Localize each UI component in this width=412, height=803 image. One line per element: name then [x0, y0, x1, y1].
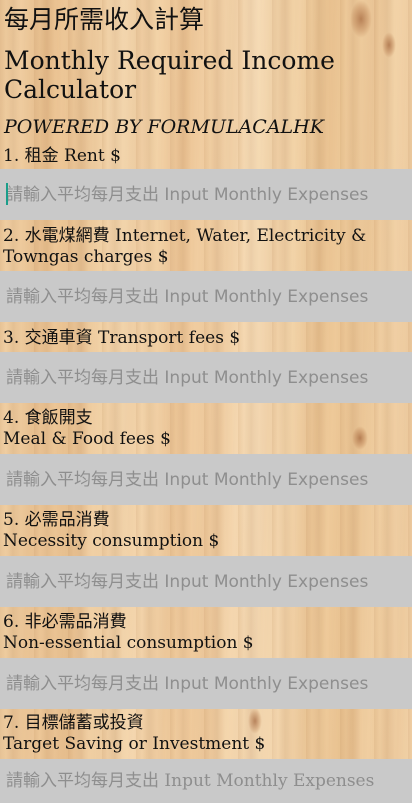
transport-label: 3. 交通車資 Transport fees $: [3, 328, 241, 348]
meal-label-zh: 4. 食飯開支: [3, 408, 93, 428]
non-essential-label: 6. 非必需品消費 Non-essential consumption $: [3, 612, 408, 654]
wood-knot-decoration: [350, 0, 372, 38]
saving-label: 7. 目標儲蓄或投資 Target Saving or Investment $: [3, 713, 408, 755]
meal-input[interactable]: [0, 454, 412, 505]
necessity-input[interactable]: [0, 556, 412, 607]
powered-by-text: POWERED BY FORMULACALHK: [4, 116, 324, 138]
necessity-label: 5. 必需品消費 Necessity consumption $: [3, 510, 408, 552]
non-essential-input[interactable]: [0, 658, 412, 709]
meal-label: 4. 食飯開支 Meal & Food fees $: [3, 408, 408, 450]
saving-label-en: Target Saving or Investment $: [3, 734, 266, 754]
necessity-label-zh: 5. 必需品消費: [3, 510, 110, 530]
necessity-label-en: Necessity consumption $: [3, 531, 220, 551]
text-cursor: [6, 183, 8, 205]
page-subtitle: Monthly Required Income Calculator: [4, 46, 335, 104]
meal-label-en: Meal & Food fees $: [3, 429, 171, 449]
utilities-label: 2. 水電煤網費 Internet, Water, Electricity & …: [3, 226, 367, 267]
non-essential-label-zh: 6. 非必需品消費: [3, 612, 127, 632]
saving-input[interactable]: [0, 759, 412, 803]
page-title: 每月所需收入計算: [4, 5, 205, 34]
rent-label: 1. 租金 Rent $: [3, 146, 121, 166]
transport-input[interactable]: [0, 352, 412, 403]
rent-input[interactable]: [0, 169, 412, 220]
saving-label-zh: 7. 目標儲蓄或投資: [3, 713, 144, 733]
non-essential-label-en: Non-essential consumption $: [3, 633, 254, 653]
utilities-input[interactable]: [0, 271, 412, 322]
